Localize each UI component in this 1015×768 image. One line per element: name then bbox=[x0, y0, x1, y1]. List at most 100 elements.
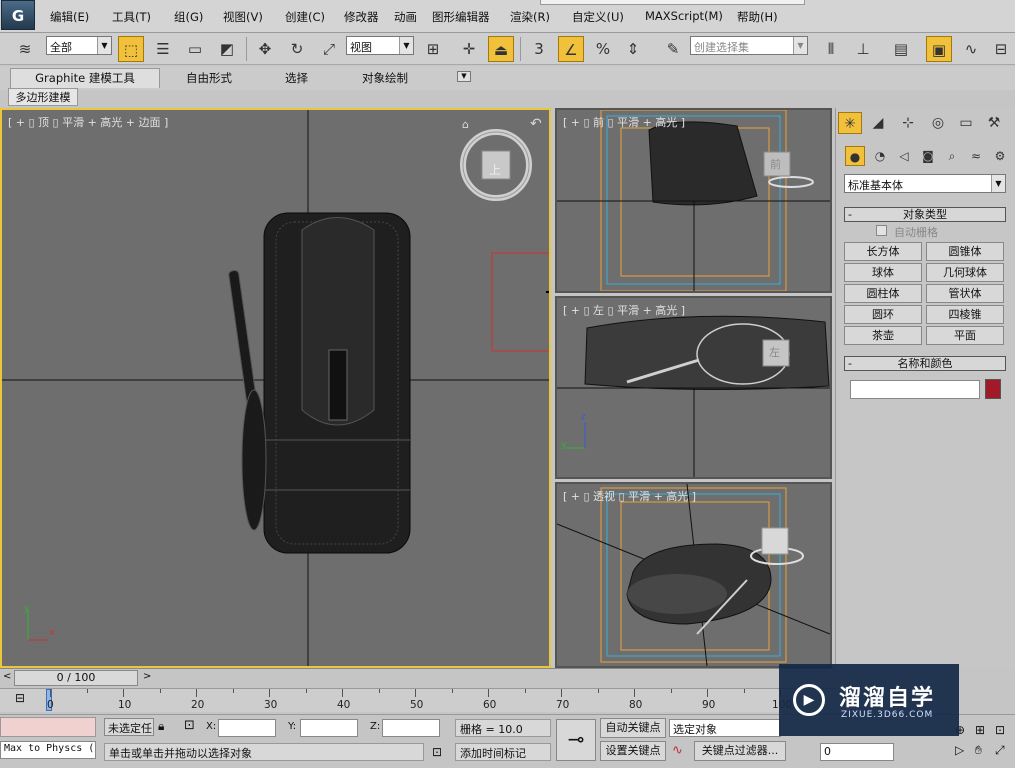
tab-object-paint[interactable]: 对象绘制 bbox=[362, 70, 408, 86]
pyramid-button[interactable]: 四棱锥 bbox=[926, 305, 1004, 324]
tab-graphite-modeling[interactable]: Graphite 建模工具 bbox=[10, 68, 160, 88]
selection-filter-dropdown[interactable]: 全部 ▼ bbox=[46, 36, 112, 55]
layers-icon[interactable]: ≋ bbox=[12, 36, 38, 62]
sphere-button[interactable]: 球体 bbox=[844, 263, 922, 282]
menu-edit[interactable]: 编辑(E) bbox=[50, 9, 89, 25]
geosphere-button[interactable]: 几何球体 bbox=[926, 263, 1004, 282]
mirror-icon[interactable]: ⫴ bbox=[818, 36, 844, 62]
maximize-viewport-icon[interactable]: ⤢ bbox=[995, 743, 1005, 758]
set-key-button[interactable]: 设置关键点 bbox=[600, 741, 666, 761]
tab-polygon-modeling[interactable]: 多边形建模 bbox=[8, 88, 78, 106]
rollout-name-color-header[interactable]: - 名称和颜色 bbox=[844, 356, 1006, 371]
spacewarps-icon[interactable]: ≈ bbox=[966, 146, 986, 166]
key-curve-icon[interactable]: ∿ bbox=[672, 743, 683, 758]
rect-selection-icon[interactable]: ▭ bbox=[182, 36, 208, 62]
menu-group[interactable]: 组(G) bbox=[174, 9, 203, 25]
create-tab-icon[interactable]: ✳ bbox=[838, 112, 862, 134]
motion-tab-icon[interactable]: ◎ bbox=[926, 112, 950, 134]
tab-freeform[interactable]: 自由形式 bbox=[186, 70, 232, 86]
select-object-icon[interactable]: ⬚ bbox=[118, 36, 144, 62]
menu-customize[interactable]: 自定义(U) bbox=[572, 9, 624, 25]
move-icon[interactable]: ✥ bbox=[252, 36, 278, 62]
select-manipulate-icon[interactable]: ✛ bbox=[456, 36, 482, 62]
rotate-icon[interactable]: ↻ bbox=[284, 36, 310, 62]
tab-selection[interactable]: 选择 bbox=[285, 70, 308, 86]
viewcube-face-label[interactable]: 前 bbox=[770, 156, 781, 172]
plane-button[interactable]: 平面 bbox=[926, 326, 1004, 345]
current-frame-field[interactable]: 0 bbox=[820, 743, 894, 761]
curve-editor-icon[interactable]: ∿ bbox=[958, 36, 984, 62]
menu-views[interactable]: 视图(V) bbox=[223, 9, 263, 25]
viewport-perspective-label[interactable]: [ + ▯ 透视 ▯ 平滑 + 高光 ] bbox=[563, 488, 696, 504]
cameras-icon[interactable]: ◙ bbox=[918, 146, 938, 166]
menu-graph-editors[interactable]: 图形编辑器 bbox=[432, 9, 490, 25]
rollout-object-type-header[interactable]: - 对象类型 bbox=[844, 207, 1006, 222]
menu-create[interactable]: 创建(C) bbox=[285, 9, 325, 25]
prev-frame-icon[interactable]: < bbox=[3, 671, 11, 682]
viewport-left[interactable]: [ + ▯ 左 ▯ 平滑 + 高光 ] 左 z y bbox=[555, 296, 832, 479]
viewport-perspective[interactable]: [ + ▯ 透视 ▯ 平滑 + 高光 ] bbox=[555, 482, 832, 668]
viewport-left-label[interactable]: [ + ▯ 左 ▯ 平滑 + 高光 ] bbox=[563, 302, 685, 318]
spinner-snap-icon[interactable]: ⇕ bbox=[620, 36, 646, 62]
viewport-front-label[interactable]: [ + ▯ 前 ▯ 平滑 + 高光 ] bbox=[563, 114, 685, 130]
object-category-dropdown[interactable]: 标准基本体 ▼ bbox=[844, 174, 1006, 193]
percent-snap-icon[interactable]: % bbox=[590, 36, 616, 62]
select-by-name-icon[interactable]: ☰ bbox=[150, 36, 176, 62]
modify-tab-icon[interactable]: ◢ bbox=[866, 112, 890, 134]
menu-modifiers[interactable]: 修改器 bbox=[344, 9, 379, 25]
pan-icon[interactable]: ✋︎ bbox=[975, 743, 982, 758]
pivot-center-icon[interactable]: ⊞ bbox=[420, 36, 446, 62]
mini-curve-editor-icon[interactable]: ⊟ bbox=[10, 691, 30, 707]
maxscript-listener-pink[interactable] bbox=[0, 717, 96, 737]
time-tag-icon[interactable]: ⊡ bbox=[432, 745, 442, 759]
key-mode-dropdown[interactable]: 选定对象 bbox=[669, 719, 781, 737]
lock-icon[interactable]: 🔒︎ bbox=[158, 719, 164, 734]
window-crossing-icon[interactable]: ◩ bbox=[214, 36, 240, 62]
track-bar[interactable]: ⊟ 0 10 20 30 40 50 60 70 80 90 100 bbox=[0, 688, 835, 712]
scene-explorer-icon[interactable]: ▣ bbox=[926, 36, 952, 62]
viewcube-face-label[interactable]: 左 bbox=[769, 344, 780, 360]
menu-help[interactable]: 帮助(H) bbox=[737, 9, 778, 25]
viewcube-face-label[interactable]: 上 bbox=[489, 161, 501, 178]
zoom-all-icon[interactable]: ⊞ bbox=[975, 723, 985, 737]
menu-maxscript[interactable]: MAXScript(M) bbox=[645, 9, 723, 23]
named-selection-dropdown[interactable]: 创建选择集 ▼ bbox=[690, 36, 808, 55]
y-coordinate-field[interactable] bbox=[300, 719, 358, 737]
add-time-tag-button[interactable]: 添加时间标记 bbox=[455, 743, 551, 761]
absolute-mode-icon[interactable]: ⊡ bbox=[184, 718, 195, 733]
layer-manager-icon[interactable]: ▤ bbox=[888, 36, 914, 62]
viewport-top[interactable]: [ + ▯ 顶 ▯ 平滑 + 高光 + 边面 ] 上 x y ⌂ ↶ bbox=[0, 108, 551, 668]
field-of-view-icon[interactable]: ▷ bbox=[955, 743, 964, 757]
x-coordinate-field[interactable] bbox=[218, 719, 276, 737]
autogrid-checkbox[interactable] bbox=[876, 225, 887, 236]
orbit-icon[interactable]: ↶ bbox=[530, 116, 542, 132]
home-icon[interactable]: ⌂ bbox=[462, 118, 469, 131]
maxscript-mini-listener[interactable]: Max to Physcs ( bbox=[0, 741, 96, 759]
key-filters-button[interactable]: 关键点过滤器... bbox=[694, 741, 786, 761]
utilities-tab-icon[interactable]: ⚒ bbox=[982, 112, 1006, 134]
torus-button[interactable]: 圆环 bbox=[844, 305, 922, 324]
object-color-swatch[interactable] bbox=[985, 379, 1001, 399]
menu-animation[interactable]: 动画 bbox=[394, 9, 417, 25]
scale-icon[interactable]: ⤢ bbox=[316, 36, 342, 62]
viewport-front[interactable]: [ + ▯ 前 ▯ 平滑 + 高光 ] 前 bbox=[555, 108, 832, 293]
z-coordinate-field[interactable] bbox=[382, 719, 440, 737]
hierarchy-tab-icon[interactable]: ⊹ bbox=[896, 112, 920, 134]
display-tab-icon[interactable]: ▭ bbox=[954, 112, 978, 134]
autokey-button[interactable]: 自动关键点 bbox=[600, 718, 666, 738]
teapot-button[interactable]: 茶壶 bbox=[844, 326, 922, 345]
lights-icon[interactable]: ◁ bbox=[894, 146, 914, 166]
menu-tools[interactable]: 工具(T) bbox=[112, 9, 151, 25]
angle-snap-icon[interactable]: ∠ bbox=[558, 36, 584, 62]
cylinder-button[interactable]: 圆柱体 bbox=[844, 284, 922, 303]
geometry-icon[interactable]: ● bbox=[845, 146, 865, 166]
align-icon[interactable]: ⊥ bbox=[850, 36, 876, 62]
box-button[interactable]: 长方体 bbox=[844, 242, 922, 261]
keyboard-shortcut-override-icon[interactable]: ⏏ bbox=[488, 36, 514, 62]
shapes-icon[interactable]: ◔ bbox=[870, 146, 890, 166]
app-menu-button[interactable]: G bbox=[1, 0, 35, 30]
time-slider-thumb[interactable]: 0 / 100 bbox=[14, 670, 138, 686]
schematic-view-icon[interactable]: ⊟ bbox=[988, 36, 1014, 62]
snap-toggle-icon[interactable]: 3 bbox=[526, 36, 552, 62]
object-name-input[interactable] bbox=[850, 380, 980, 399]
